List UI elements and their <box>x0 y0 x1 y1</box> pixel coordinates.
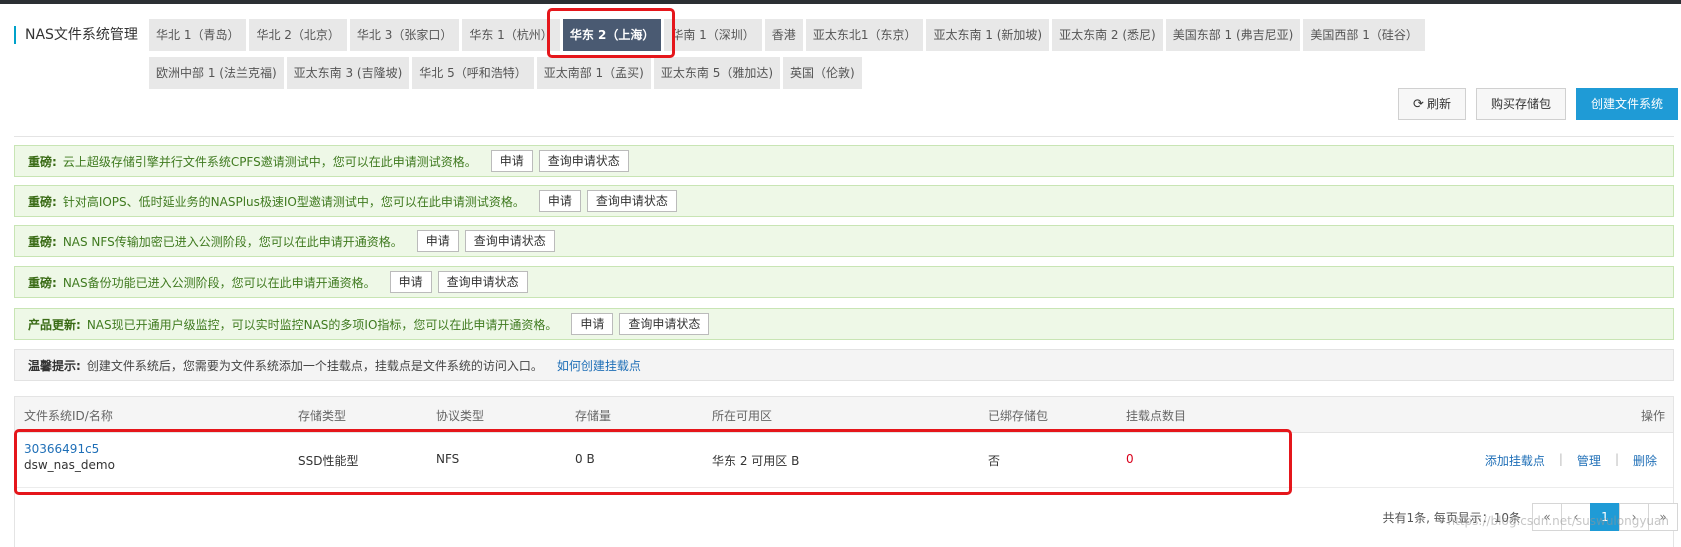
refresh-icon: ⟳ <box>1413 97 1424 112</box>
bound-package-cell: 否 <box>988 454 1001 468</box>
mount-count-cell: 0 <box>1126 452 1134 466</box>
top-bar <box>0 0 1681 4</box>
tip-banner: 温馨提示: 创建文件系统后，您需要为文件系统添加一个挂载点，挂载点是文件系统的访… <box>14 349 1674 381</box>
notice-banner: 重磅: NAS NFS传输加密已进入公测阶段，您可以在此申请开通资格。 申请 查… <box>14 225 1674 257</box>
query-status-button[interactable]: 查询申请状态 <box>538 150 629 172</box>
how-to-create-mount-link[interactable]: 如何创建挂载点 <box>557 357 641 374</box>
region-tab[interactable]: 华北 5（呼和浩特） <box>412 57 534 89</box>
notice-text: 针对高IOPS、低时延业务的NASPlus极速IO型邀请测试中，您可以在此申请测… <box>62 194 525 209</box>
column-header: 文件系统ID/名称 <box>24 409 113 423</box>
pagination-summary: 共有1条, 每页显示：10条 <box>1382 510 1521 525</box>
table-header: 文件系统ID/名称 存储类型 协议类型 存储量 所在可用区 已绑存储包 挂载点数… <box>15 397 1673 433</box>
column-header: 挂载点数目 <box>1126 409 1187 423</box>
region-tabs-row-2: 欧洲中部 1 (法兰克福) 亚太东南 3 (吉隆坡) 华北 5（呼和浩特） 亚太… <box>149 57 865 89</box>
region-tab[interactable]: 华东 1（杭州） <box>462 19 560 51</box>
next-page-button[interactable]: › <box>1619 503 1649 531</box>
column-header: 操作 <box>1640 409 1665 423</box>
notice-tag: 重磅: <box>28 154 57 169</box>
filesystem-id-link[interactable]: 30366491c5 <box>24 442 115 456</box>
filesystem-name: dsw_nas_demo <box>24 458 115 472</box>
buy-package-button[interactable]: 购买存储包 <box>1475 88 1566 120</box>
region-tab[interactable]: 美国东部 1 (弗吉尼亚) <box>1165 19 1301 51</box>
filesystem-id-cell: 30366491c5 dsw_nas_demo <box>24 442 115 472</box>
delete-link[interactable]: 删除 <box>1633 452 1657 469</box>
notice-text: NAS备份功能已进入公测阶段，您可以在此申请开通资格。 <box>62 275 376 290</box>
region-tabs-row-1: 华北 1（青岛） 华北 2（北京） 华北 3（张家口） 华东 1（杭州） 华东 … <box>149 19 1428 51</box>
add-mount-point-link[interactable]: 添加挂载点 <box>1485 452 1545 469</box>
notice-text: NAS现已开通用户级监控，可以实时监控NAS的多项IO指标，您可以在此申请开通资… <box>86 317 558 332</box>
storage-type-cell: SSD性能型 <box>298 454 359 468</box>
table-row: 30366491c5 dsw_nas_demo SSD性能型 NFS 0 B 华… <box>15 433 1673 488</box>
current-page-button[interactable]: 1 <box>1590 503 1620 531</box>
query-status-button[interactable]: 查询申请状态 <box>586 190 677 212</box>
notice-tag: 产品更新: <box>28 317 81 332</box>
apply-button[interactable]: 申请 <box>490 150 533 172</box>
query-status-button[interactable]: 查询申请状态 <box>619 313 710 335</box>
notice-text: 云上超级存储引擎并行文件系统CPFS邀请测试中，您可以在此申请测试资格。 <box>62 154 477 169</box>
notice-tag: 重磅: <box>28 194 57 209</box>
region-tab[interactable]: 华北 3（张家口） <box>349 19 460 51</box>
region-tab[interactable]: 华北 1（青岛） <box>149 19 247 51</box>
notice-tag: 重磅: <box>28 234 57 249</box>
action-separator: | <box>1614 452 1619 466</box>
first-page-button[interactable]: « <box>1532 503 1562 531</box>
refresh-button[interactable]: ⟳ 刷新 <box>1398 88 1466 120</box>
apply-button[interactable]: 申请 <box>571 313 614 335</box>
tip-tag: 温馨提示: <box>28 358 81 373</box>
notice-banner: 重磅: 针对高IOPS、低时延业务的NASPlus极速IO型邀请测试中，您可以在… <box>14 185 1674 217</box>
column-header: 所在可用区 <box>712 409 773 423</box>
column-header: 协议类型 <box>436 409 485 423</box>
region-tab[interactable]: 亚太东北1（东京） <box>805 19 924 51</box>
region-tab-active[interactable]: 华东 2（上海） <box>562 19 662 51</box>
region-tab[interactable]: 英国（伦敦) <box>783 57 862 89</box>
region-tab[interactable]: 亚太东南 5（雅加达) <box>653 57 781 89</box>
region-tab[interactable]: 亚太南部 1（孟买) <box>536 57 651 89</box>
refresh-label: 刷新 <box>1426 97 1451 111</box>
region-tab[interactable]: 亚太东南 1 (新加坡) <box>926 19 1050 51</box>
apply-button[interactable]: 申请 <box>389 271 432 293</box>
zone-cell: 华东 2 可用区 B <box>712 454 800 468</box>
column-header: 存储类型 <box>298 409 347 423</box>
notice-text: NAS NFS传输加密已进入公测阶段，您可以在此申请开通资格。 <box>62 234 403 249</box>
notice-tag: 重磅: <box>28 275 57 290</box>
apply-button[interactable]: 申请 <box>538 190 581 212</box>
region-tab[interactable]: 香港 <box>764 19 803 51</box>
notice-banner: 重磅: NAS备份功能已进入公测阶段，您可以在此申请开通资格。 申请 查询申请状… <box>14 266 1674 298</box>
region-tab[interactable]: 华南 1（深圳） <box>664 19 762 51</box>
create-filesystem-button[interactable]: 创建文件系统 <box>1575 88 1678 120</box>
divider <box>14 136 1674 137</box>
tip-text: 创建文件系统后，您需要为文件系统添加一个挂载点，挂载点是文件系统的访问入口。 <box>86 358 543 373</box>
page-title: NAS文件系统管理 <box>14 26 138 44</box>
region-tab[interactable]: 亚太东南 3 (吉隆坡) <box>286 57 410 89</box>
query-status-button[interactable]: 查询申请状态 <box>437 271 528 293</box>
action-separator: | <box>1558 452 1563 466</box>
notice-banner: 产品更新: NAS现已开通用户级监控，可以实时监控NAS的多项IO指标，您可以在… <box>14 308 1674 340</box>
manage-link[interactable]: 管理 <box>1577 452 1601 469</box>
toolbar: ⟳ 刷新 购买存储包 创建文件系统 <box>1388 88 1678 120</box>
capacity-cell: 0 B <box>575 452 595 466</box>
query-status-button[interactable]: 查询申请状态 <box>464 230 555 252</box>
last-page-button[interactable]: » <box>1648 503 1678 531</box>
prev-page-button[interactable]: ‹ <box>1561 503 1591 531</box>
region-tab[interactable]: 华北 2（北京） <box>249 19 347 51</box>
apply-button[interactable]: 申请 <box>416 230 459 252</box>
row-actions: 添加挂载点 | 管理 | 删除 <box>1485 452 1657 469</box>
notice-banner: 重磅: 云上超级存储引擎并行文件系统CPFS邀请测试中，您可以在此申请测试资格。… <box>14 145 1674 177</box>
column-header: 存储量 <box>575 409 612 423</box>
protocol-cell: NFS <box>436 452 460 466</box>
column-header: 已绑存储包 <box>988 409 1049 423</box>
region-tab[interactable]: 欧洲中部 1 (法兰克福) <box>149 57 284 89</box>
region-tab[interactable]: 美国西部 1（硅谷） <box>1303 19 1425 51</box>
region-tab[interactable]: 亚太东南 2 (悉尼) <box>1052 19 1163 51</box>
pagination: 共有1条, 每页显示：10条 « ‹ 1 › » <box>1382 503 1678 531</box>
